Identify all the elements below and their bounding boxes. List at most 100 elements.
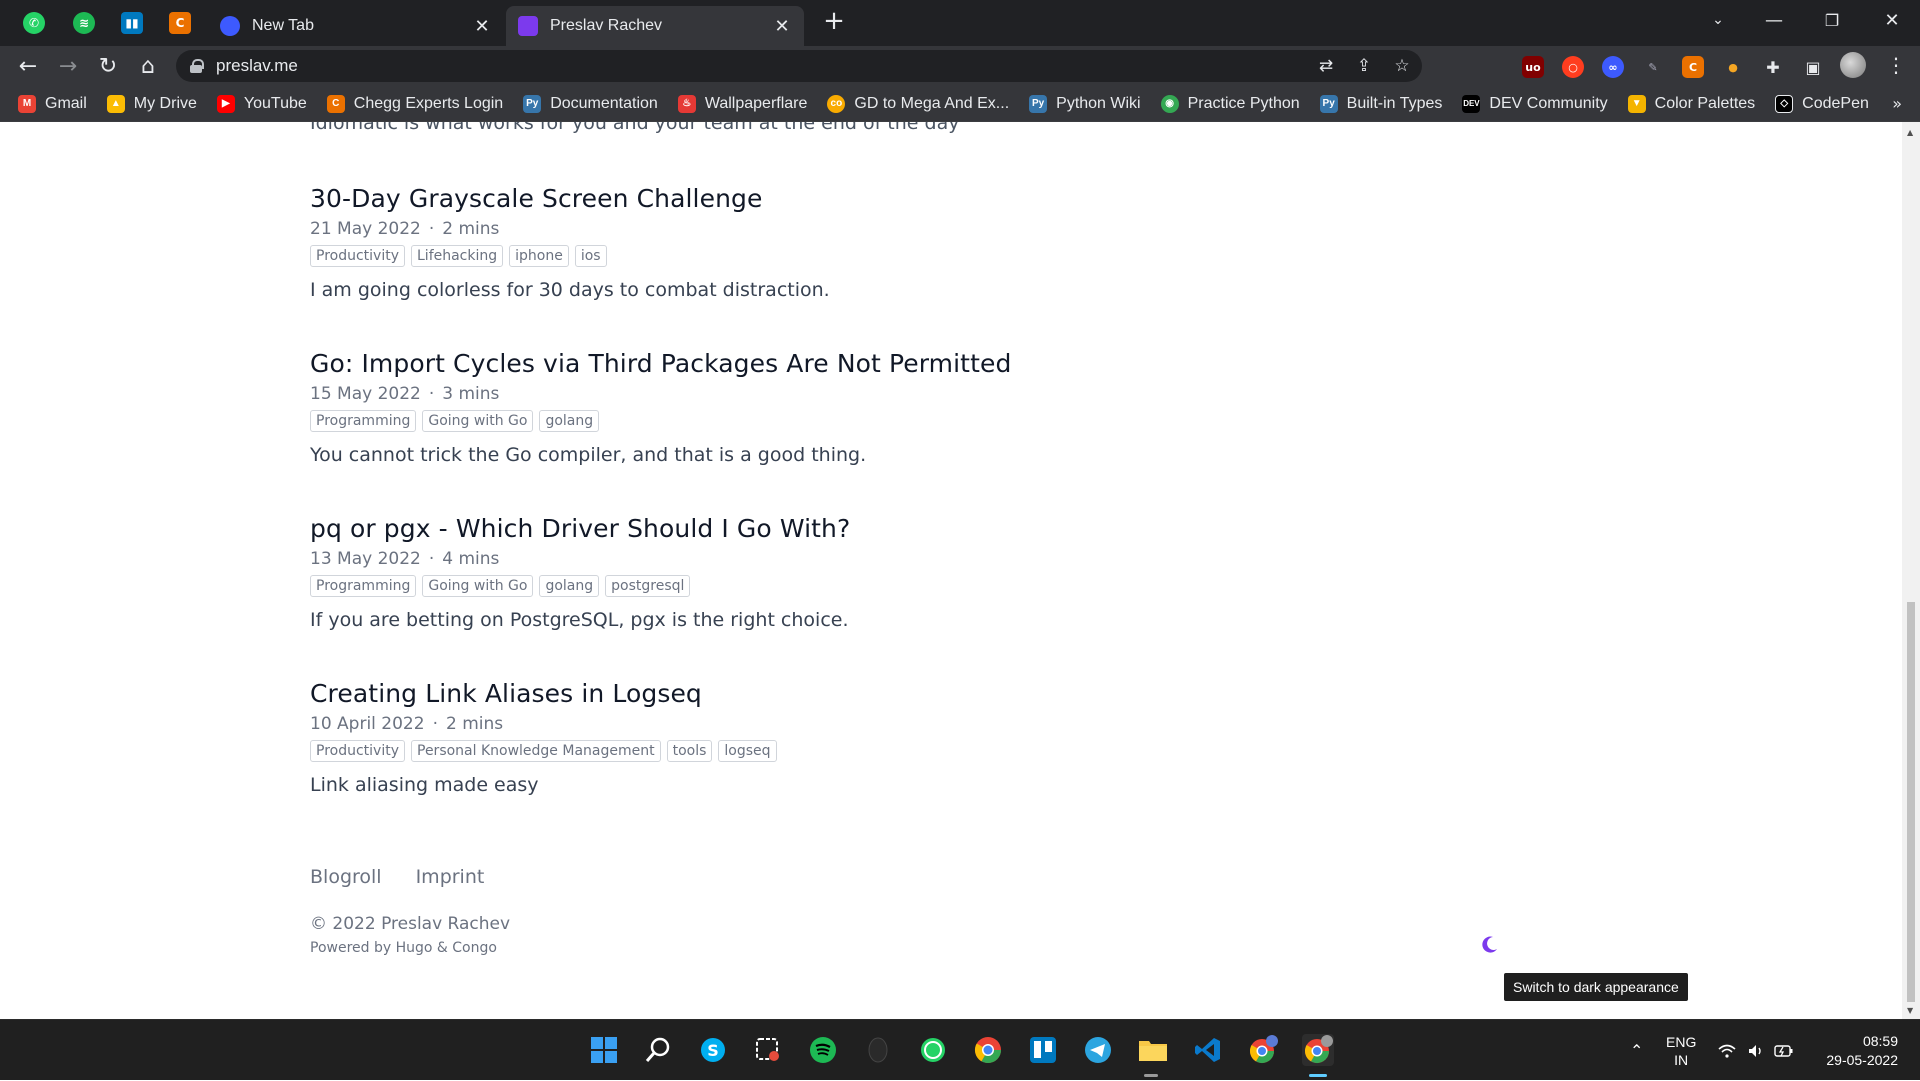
footer-link-imprint[interactable]: Imprint <box>416 866 485 888</box>
chrome-icon[interactable] <box>972 1034 1004 1066</box>
codepen-icon: ◇ <box>1775 94 1794 113</box>
bookmark-chegg[interactable]: C Chegg Experts Login <box>326 94 503 113</box>
bookmark-gd-to-mega[interactable]: co GD to Mega And Ex... <box>827 94 1009 113</box>
extension-orange-icon[interactable]: ● <box>1722 56 1744 78</box>
back-button[interactable]: ← <box>12 50 44 82</box>
lock-icon[interactable] <box>190 59 204 73</box>
clock[interactable]: 08:59 29-05-2022 <box>1818 1020 1898 1081</box>
tag-link[interactable]: ios <box>574 245 607 267</box>
alienware-icon[interactable] <box>862 1034 894 1066</box>
bookmark-gmail[interactable]: M Gmail <box>18 94 87 113</box>
tab-search-icon[interactable]: ⌄ <box>1690 0 1746 40</box>
pinned-tab-spotify[interactable]: ≋ <box>65 8 103 38</box>
volume-icon[interactable] <box>1748 1020 1764 1081</box>
bookmark-built-in-types[interactable]: Py Built-in Types <box>1319 94 1442 113</box>
side-panel-icon[interactable]: ▣ <box>1802 56 1824 78</box>
whatsapp-icon[interactable] <box>917 1034 949 1066</box>
tab-new-tab[interactable]: New Tab ✕ <box>208 6 504 46</box>
file-explorer-icon[interactable] <box>1137 1034 1169 1066</box>
skype-icon[interactable]: S <box>697 1034 729 1066</box>
drive-icon: ▲ <box>106 94 125 113</box>
extension-blue-icon[interactable]: ∞ <box>1602 56 1624 78</box>
forward-button[interactable]: → <box>52 50 84 82</box>
footer-link-blogroll[interactable]: Blogroll <box>310 866 382 888</box>
chrome-profile-icon[interactable] <box>1247 1034 1279 1066</box>
telegram-icon[interactable] <box>1082 1034 1114 1066</box>
restore-button[interactable]: ❐ <box>1804 0 1860 40</box>
windows-start-icon[interactable] <box>588 1034 620 1066</box>
bookmark-codepen[interactable]: ◇ CodePen <box>1775 94 1869 113</box>
article-tags: Productivity Lifehacking iphone ios <box>310 245 1110 267</box>
tag-link[interactable]: tools <box>666 740 713 762</box>
tab-title: New Tab <box>252 17 314 34</box>
ublock-extension-icon[interactable]: uo <box>1522 56 1544 78</box>
tag-link[interactable]: Programming <box>310 410 417 432</box>
tag-link[interactable]: Productivity <box>310 245 405 267</box>
tag-link[interactable]: postgresql <box>605 575 691 597</box>
bookmark-dev-community[interactable]: DEV DEV Community <box>1462 94 1608 113</box>
windows-taskbar: S ⌃ ENG IN 08:59 29-05-2022 <box>0 1019 1920 1080</box>
snipping-tool-icon[interactable] <box>752 1034 784 1066</box>
tag-link[interactable]: iphone <box>509 245 569 267</box>
language-indicator[interactable]: ENG IN <box>1666 1020 1696 1081</box>
bookmark-documentation[interactable]: Py Documentation <box>523 94 658 113</box>
tag-link[interactable]: Lifehacking <box>411 245 504 267</box>
tray-overflow-chevron-icon[interactable]: ⌃ <box>1630 1020 1643 1081</box>
tab-preslav-rachev[interactable]: Preslav Rachev ✕ <box>506 6 804 46</box>
profile-avatar[interactable] <box>1840 52 1866 78</box>
pinned-tab-chegg[interactable]: C <box>161 8 199 38</box>
home-button[interactable]: ⌂ <box>132 50 164 82</box>
tag-link[interactable]: golang <box>539 575 600 597</box>
pinned-tab-whatsapp[interactable]: ✆ <box>15 8 53 38</box>
article-title-link[interactable]: Go: Import Cycles via Third Packages Are… <box>310 349 1110 378</box>
bookmark-python-wiki[interactable]: Py Python Wiki <box>1029 94 1141 113</box>
python-icon: Py <box>1319 94 1338 113</box>
share-icon[interactable]: ⇪ <box>1354 56 1374 76</box>
bookmark-practice-python[interactable]: ◉ Practice Python <box>1160 94 1300 113</box>
chegg-extension-icon[interactable]: C <box>1682 56 1704 78</box>
article-title-link[interactable]: Creating Link Aliases in Logseq <box>310 679 1110 708</box>
page-scrollbar[interactable]: ▲ ▼ <box>1902 122 1920 1019</box>
extensions-puzzle-icon[interactable]: ✚ <box>1762 56 1784 78</box>
tag-link[interactable]: Going with Go <box>422 575 534 597</box>
extension-red-icon[interactable]: ○ <box>1562 56 1584 78</box>
previous-article-summary: Idiomatic is what works for you and your… <box>310 122 960 134</box>
tag-link[interactable]: golang <box>539 410 600 432</box>
bookmark-youtube[interactable]: ▶ YouTube <box>216 94 307 113</box>
bookmark-star-icon[interactable]: ☆ <box>1392 56 1412 76</box>
article-title-link[interactable]: 30-Day Grayscale Screen Challenge <box>310 184 1110 213</box>
scroll-up-arrow-icon[interactable]: ▲ <box>1907 128 1913 137</box>
chrome-active-icon[interactable] <box>1302 1034 1334 1066</box>
bookmark-wallpaperflare[interactable]: ♨ Wallpaperflare <box>677 94 807 113</box>
battery-icon[interactable] <box>1774 1020 1794 1081</box>
trello-icon[interactable] <box>1027 1034 1059 1066</box>
tag-link[interactable]: Going with Go <box>422 410 534 432</box>
vscode-icon[interactable] <box>1192 1034 1224 1066</box>
bookmarks-overflow-chevron-icon[interactable]: » <box>1892 94 1902 113</box>
scrollbar-thumb[interactable] <box>1907 602 1915 1002</box>
tag-link[interactable]: Productivity <box>310 740 405 762</box>
tag-link[interactable]: Personal Knowledge Management <box>411 740 661 762</box>
scroll-down-arrow-icon[interactable]: ▼ <box>1907 1006 1913 1015</box>
translate-icon[interactable]: ⇄ <box>1316 56 1336 76</box>
tag-link[interactable]: logseq <box>718 740 777 762</box>
search-icon[interactable] <box>642 1034 674 1066</box>
messenger-icon <box>220 16 240 36</box>
minimize-button[interactable]: — <box>1746 0 1802 40</box>
extension-pen-icon[interactable]: ✎ <box>1642 56 1664 78</box>
close-window-button[interactable]: ✕ <box>1864 0 1920 40</box>
article-title-link[interactable]: pq or pgx - Which Driver Should I Go Wit… <box>310 514 1110 543</box>
bookmark-color-palettes[interactable]: ▼ Color Palettes <box>1627 94 1755 113</box>
spotify-icon[interactable] <box>807 1034 839 1066</box>
address-bar[interactable]: preslav.me ⇄ ⇪ ☆ <box>176 50 1422 82</box>
close-tab-icon[interactable]: ✕ <box>772 16 792 37</box>
wifi-icon[interactable] <box>1718 1020 1736 1081</box>
menu-kebab-icon[interactable]: ⋮ <box>1886 52 1906 78</box>
tag-link[interactable]: Programming <box>310 575 417 597</box>
close-tab-icon[interactable]: ✕ <box>472 16 492 37</box>
moon-icon[interactable] <box>1480 934 1500 954</box>
new-tab-button[interactable]: + <box>820 8 848 36</box>
reload-button[interactable]: ↻ <box>92 50 124 82</box>
pinned-tab-trello[interactable]: ▮▮ <box>113 8 151 38</box>
bookmark-my-drive[interactable]: ▲ My Drive <box>106 94 197 113</box>
